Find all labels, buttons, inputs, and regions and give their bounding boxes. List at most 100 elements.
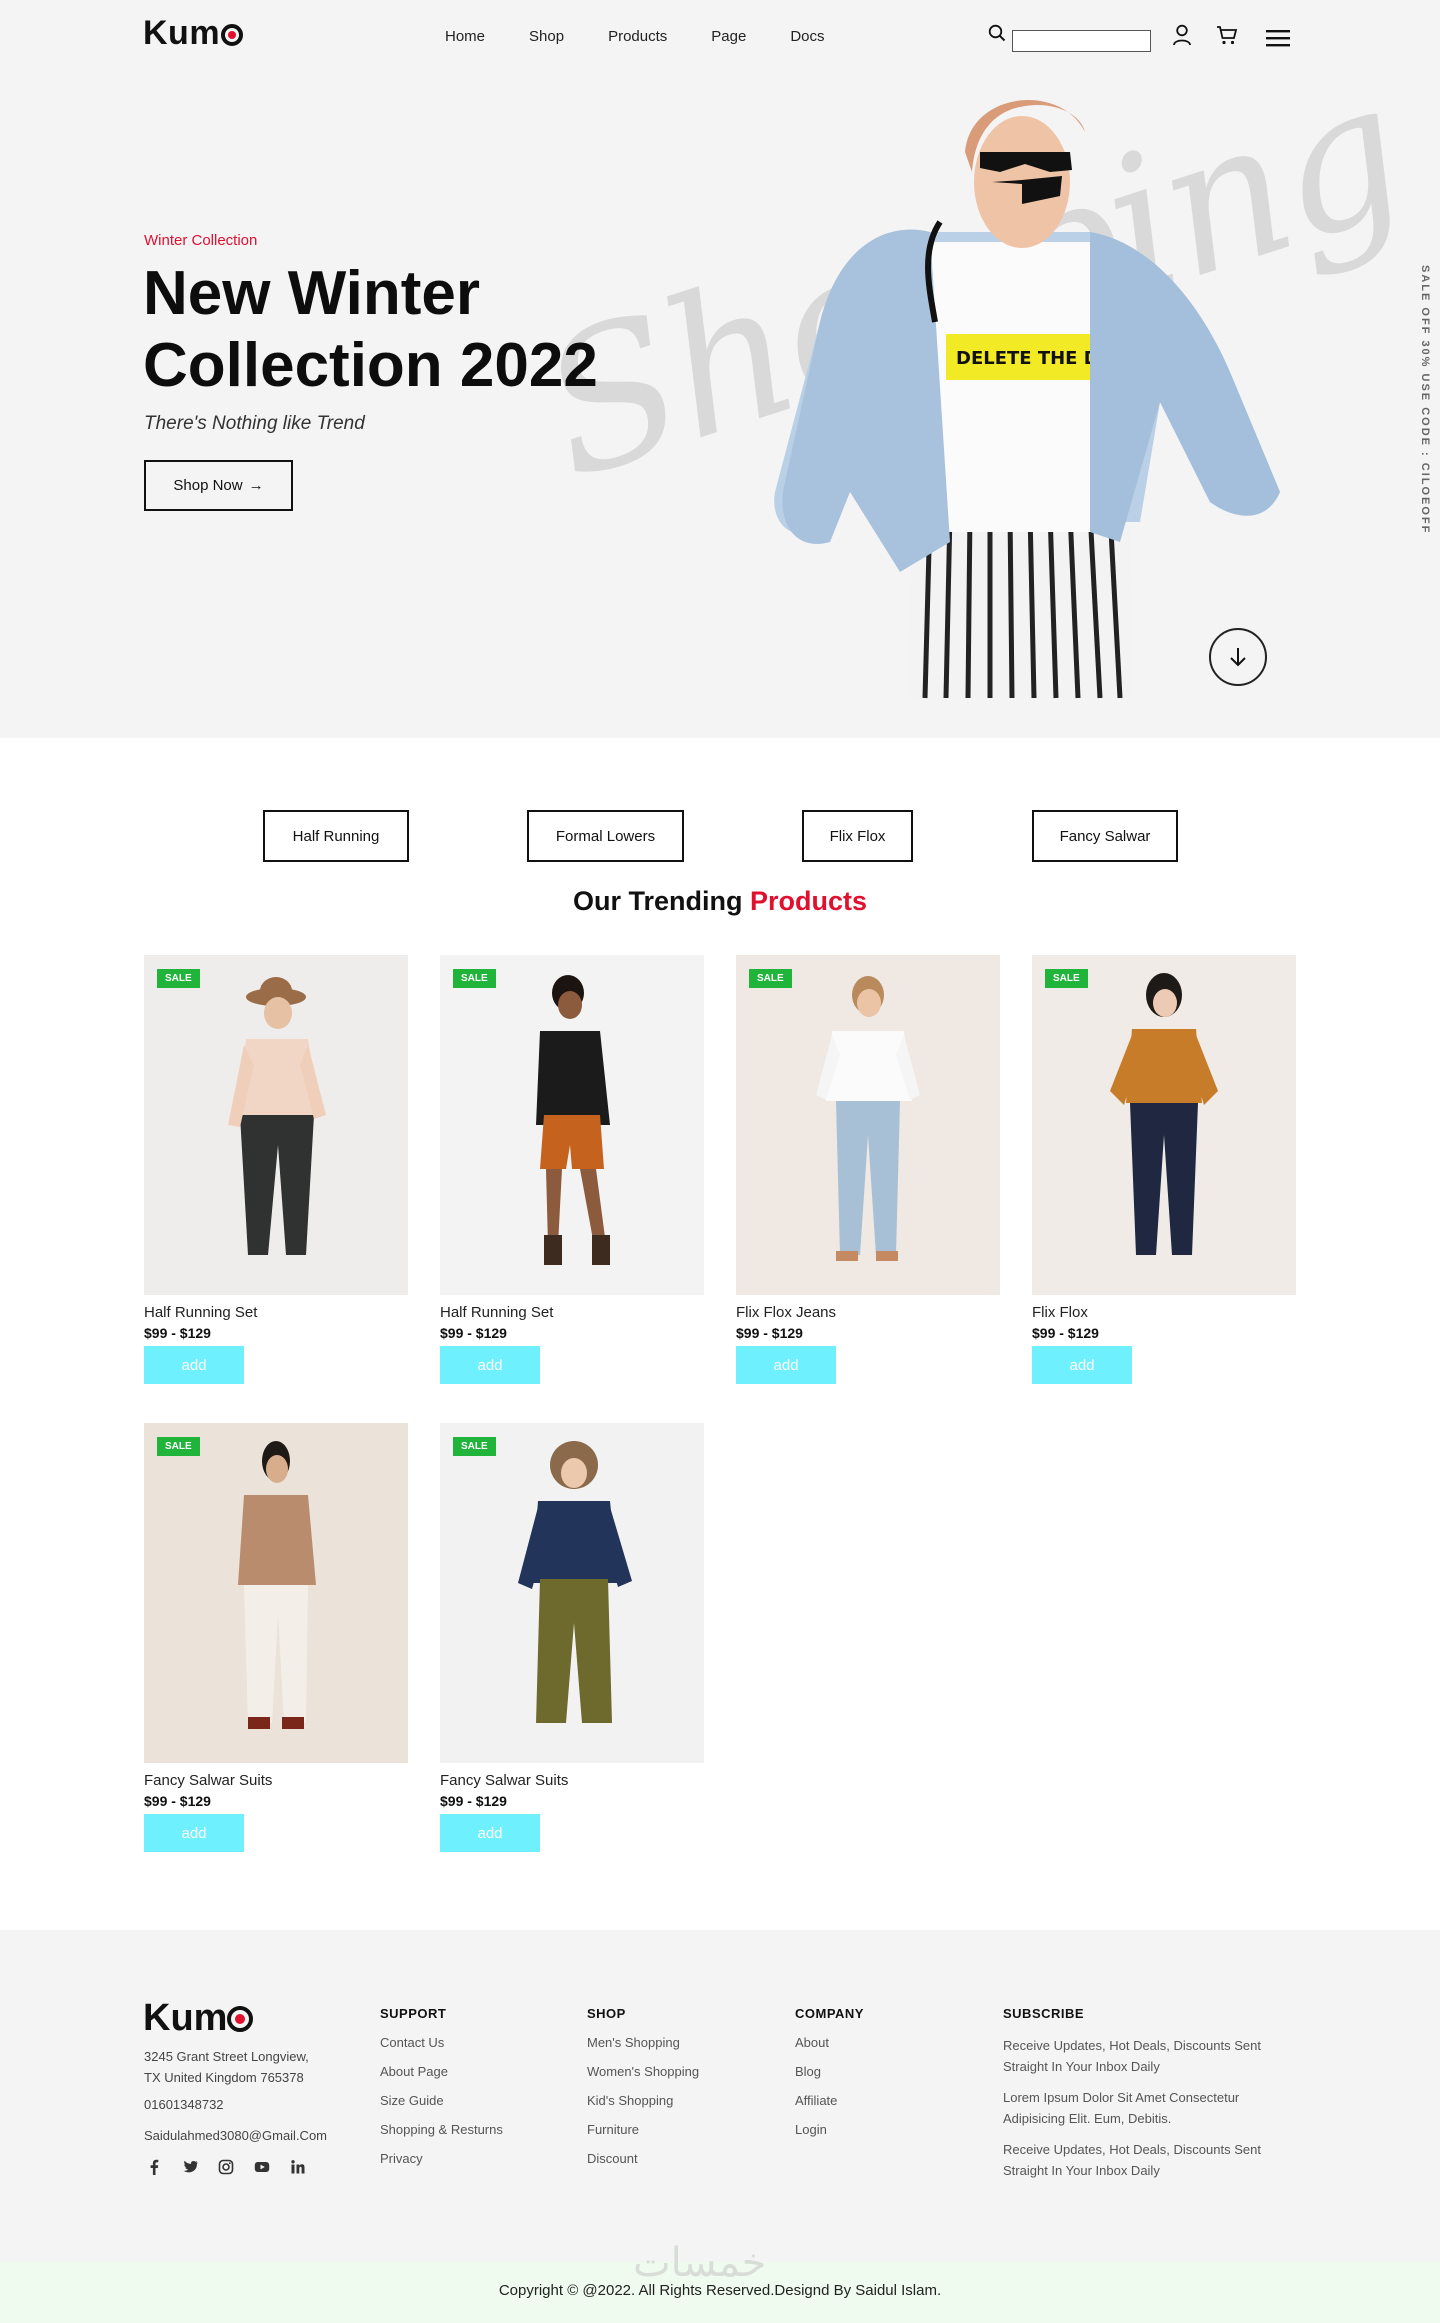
hero-eyebrow: Winter Collection bbox=[144, 232, 258, 249]
product-model-illustration bbox=[536, 975, 610, 1265]
side-promo-text: SALE OFF 30% USE CODE : CILOEOFF bbox=[1419, 265, 1431, 535]
product-card[interactable]: SALE Half Running Set $99 - $129 add bbox=[440, 955, 704, 1384]
sale-badge: SALE bbox=[1045, 969, 1088, 988]
add-to-cart-button[interactable]: add bbox=[440, 1346, 540, 1384]
twitter-icon[interactable] bbox=[182, 2159, 198, 2175]
footer-email[interactable]: Saidulahmed3080@Gmail.Com bbox=[144, 2128, 327, 2143]
footer-link-shopping-returns[interactable]: Shopping & Resturns bbox=[380, 2122, 503, 2137]
add-to-cart-button[interactable]: add bbox=[144, 1346, 244, 1384]
shop-now-button[interactable]: Shop Now → bbox=[144, 460, 293, 511]
product-name[interactable]: Half Running Set bbox=[440, 1304, 704, 1321]
hero-section: Kum Home Shop Products Page Docs Shoppin… bbox=[0, 0, 1440, 738]
product-price: $99 - $129 bbox=[144, 1325, 211, 1341]
youtube-icon[interactable] bbox=[254, 2159, 270, 2175]
social-links bbox=[146, 2159, 306, 2175]
product-name[interactable]: Half Running Set bbox=[144, 1304, 408, 1321]
footer-link-login[interactable]: Login bbox=[795, 2122, 864, 2137]
footer-link-blog[interactable]: Blog bbox=[795, 2064, 864, 2079]
product-price: $99 - $129 bbox=[440, 1793, 507, 1809]
product-name[interactable]: Flix Flox Jeans bbox=[736, 1304, 1000, 1321]
footer-link-affiliate[interactable]: Affiliate bbox=[795, 2093, 864, 2108]
add-to-cart-button[interactable]: add bbox=[144, 1814, 244, 1852]
footer-company-column: COMPANY About Blog Affiliate Login bbox=[795, 2006, 864, 2151]
hero-tagline: There's Nothing like Trend bbox=[144, 413, 365, 434]
category-fancy-salwar[interactable]: Fancy Salwar bbox=[1032, 810, 1178, 862]
product-model-illustration bbox=[816, 976, 920, 1261]
product-name[interactable]: Flix Flox bbox=[1032, 1304, 1296, 1321]
footer-link-size-guide[interactable]: Size Guide bbox=[380, 2093, 503, 2108]
product-name[interactable]: Fancy Salwar Suits bbox=[440, 1772, 704, 1789]
logo-o-mark bbox=[227, 2006, 254, 2032]
arrow-right-icon: → bbox=[248, 477, 264, 494]
product-model-illustration bbox=[1110, 973, 1218, 1255]
category-formal-lowers[interactable]: Formal Lowers bbox=[527, 810, 684, 862]
footer-shop-title: SHOP bbox=[587, 2006, 626, 2021]
footer-phone: 01601348732 bbox=[144, 2097, 224, 2112]
product-card[interactable]: SALE Fancy Salwar Suits $99 - $129 add bbox=[440, 1423, 704, 1852]
facebook-icon[interactable] bbox=[146, 2159, 162, 2175]
product-image[interactable]: SALE bbox=[736, 955, 1000, 1295]
sale-badge: SALE bbox=[157, 969, 200, 988]
footer-link-kids-shopping[interactable]: Kid's Shopping bbox=[587, 2093, 699, 2108]
user-icon[interactable] bbox=[1172, 24, 1192, 46]
footer-company-title: COMPANY bbox=[795, 2006, 864, 2021]
product-model-illustration bbox=[228, 977, 326, 1255]
search-input[interactable] bbox=[1012, 30, 1151, 52]
sale-badge: SALE bbox=[749, 969, 792, 988]
product-image[interactable]: SALE bbox=[440, 955, 704, 1295]
search-icon[interactable] bbox=[988, 24, 1006, 42]
product-card[interactable]: SALE Fancy Salwar Suits $99 - $129 add bbox=[144, 1423, 408, 1852]
add-to-cart-button[interactable]: add bbox=[736, 1346, 836, 1384]
product-image[interactable]: SALE bbox=[440, 1423, 704, 1763]
subscribe-text: Receive Updates, Hot Deals, Discounts Se… bbox=[1003, 2038, 1261, 2074]
add-to-cart-button[interactable]: add bbox=[440, 1814, 540, 1852]
trending-title-main: Our Trending bbox=[572, 886, 743, 916]
hero-title: New Winter Collection 2022 bbox=[143, 259, 598, 400]
footer-subscribe-column: SUBSCRIBE Receive Updates, Hot Deals, Di… bbox=[1003, 2006, 1283, 2191]
add-to-cart-button[interactable]: add bbox=[1032, 1346, 1132, 1384]
product-card[interactable]: SALE Flix Flox $99 - $129 add bbox=[1032, 955, 1296, 1384]
footer-support-column: SUPPORT Contact Us About Page Size Guide… bbox=[380, 2006, 503, 2180]
footer-link-mens-shopping[interactable]: Men's Shopping bbox=[587, 2035, 699, 2050]
cart-icon[interactable] bbox=[1216, 25, 1238, 45]
hamburger-menu-icon[interactable] bbox=[1266, 29, 1290, 47]
product-image[interactable]: SALE bbox=[1032, 955, 1296, 1295]
footer-link-contact-us[interactable]: Contact Us bbox=[380, 2035, 503, 2050]
sale-badge: SALE bbox=[453, 1437, 496, 1456]
footer-link-privacy[interactable]: Privacy bbox=[380, 2151, 503, 2166]
product-image[interactable]: SALE bbox=[144, 1423, 408, 1763]
subscribe-text: Receive Updates, Hot Deals, Discounts Se… bbox=[1003, 2142, 1261, 2178]
footer-link-discount[interactable]: Discount bbox=[587, 2151, 699, 2166]
category-half-running[interactable]: Half Running bbox=[263, 810, 409, 862]
product-card[interactable]: SALE Flix Flox Jeans $99 - $129 add bbox=[736, 955, 1000, 1384]
category-flix-flox[interactable]: Flix Flox bbox=[802, 810, 913, 862]
product-name[interactable]: Fancy Salwar Suits bbox=[144, 1772, 408, 1789]
logo-o-mark bbox=[221, 24, 244, 46]
footer-logo[interactable]: Kum bbox=[143, 1997, 254, 2040]
trending-title-accent: Products bbox=[750, 886, 868, 916]
scroll-down-button[interactable] bbox=[1209, 628, 1267, 686]
instagram-icon[interactable] bbox=[218, 2159, 234, 2175]
arrow-down-icon bbox=[1230, 648, 1246, 667]
footer-link-furniture[interactable]: Furniture bbox=[587, 2122, 699, 2137]
logo[interactable]: Kum bbox=[143, 14, 244, 53]
footer-link-about-page[interactable]: About Page bbox=[380, 2064, 503, 2079]
footer-link-about[interactable]: About bbox=[795, 2035, 864, 2050]
nav-docs[interactable]: Docs bbox=[790, 28, 824, 45]
subscribe-text: Lorem Ipsum Dolor Sit Amet Consectetur A… bbox=[1003, 2090, 1240, 2126]
footer-logo-text: Kum bbox=[143, 1997, 228, 2039]
nav-shop[interactable]: Shop bbox=[529, 28, 564, 45]
trending-title: Our Trending Products bbox=[0, 886, 1440, 917]
shop-now-label: Shop Now bbox=[173, 477, 243, 494]
nav-products[interactable]: Products bbox=[608, 28, 667, 45]
nav-page[interactable]: Page bbox=[711, 28, 746, 45]
footer-address: 3245 Grant Street Longview, TX United Ki… bbox=[144, 2046, 309, 2088]
footer-link-womens-shopping[interactable]: Women's Shopping bbox=[587, 2064, 699, 2079]
product-model-illustration bbox=[238, 1441, 316, 1729]
sale-badge: SALE bbox=[453, 969, 496, 988]
linkedin-icon[interactable] bbox=[290, 2159, 306, 2175]
product-card[interactable]: SALE Half Running Set $99 - $129 add bbox=[144, 955, 408, 1384]
product-model-illustration bbox=[518, 1441, 632, 1723]
nav-home[interactable]: Home bbox=[445, 28, 485, 45]
product-image[interactable]: SALE bbox=[144, 955, 408, 1295]
